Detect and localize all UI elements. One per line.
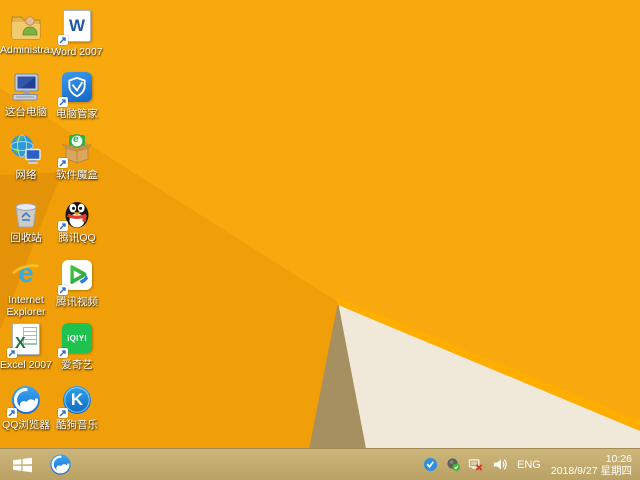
start-button[interactable] <box>9 452 35 478</box>
shortcut-arrow-icon <box>58 285 68 295</box>
shortcut-arrow-icon <box>58 158 68 168</box>
iqiyi-icon: iQIYI <box>60 323 94 357</box>
language-indicator[interactable]: ENG <box>514 459 544 471</box>
desktop-icon-recycle-bin[interactable]: 回收站 <box>0 196 52 244</box>
shortcut-arrow-icon <box>7 408 17 418</box>
recycle-bin-icon <box>9 196 43 230</box>
desktop-icon-label: 回收站 <box>0 232 52 244</box>
excel-icon: X <box>9 323 43 357</box>
user-folder-icon <box>9 8 43 42</box>
desktop-icon-label: Excel 2007 <box>0 359 52 371</box>
desktop-icon-label: 爱奇艺 <box>51 359 103 371</box>
taskbar-qq-browser-button[interactable] <box>47 452 73 478</box>
tray-volume-icon[interactable] <box>491 457 507 473</box>
tray-pc-manager-icon[interactable] <box>422 457 438 473</box>
desktop-icon-label: 这台电脑 <box>0 106 52 118</box>
shortcut-arrow-icon <box>58 408 68 418</box>
computer-icon <box>9 70 43 104</box>
clock-date: 2018/9/27 星期四 <box>551 465 632 477</box>
desktop-icon-internet-explorer[interactable]: e Internet Explorer <box>0 258 52 318</box>
desktop-wallpaper: Administra... 这台电脑 <box>0 0 640 480</box>
taskbar: ENG 10:26 2018/9/27 星期四 <box>0 448 640 480</box>
desktop-icon-label: 软件魔盒 <box>51 169 103 181</box>
shortcut-arrow-icon <box>58 35 68 45</box>
clock-time: 10:26 <box>551 453 632 465</box>
desktop-icon-qq[interactable]: 腾讯QQ <box>51 196 103 244</box>
shortcut-arrow-icon <box>58 348 68 358</box>
desktop-icon-tencent-video[interactable]: 腾讯视频 <box>51 258 103 308</box>
kugou-music-icon: K <box>60 383 94 417</box>
word-icon: W <box>60 10 94 44</box>
shortcut-arrow-icon <box>58 221 68 231</box>
desktop-icon-this-pc[interactable]: 这台电脑 <box>0 70 52 118</box>
desktop-icon-network[interactable]: 网络 <box>0 133 52 181</box>
desktop-icon-label: Internet Explorer <box>0 294 52 318</box>
softbox-letter: e <box>73 134 79 145</box>
desktop-icon-iqiyi[interactable]: iQIYI 爱奇艺 <box>51 321 103 371</box>
desktop-icon-pc-manager[interactable]: 电脑管家 <box>51 70 103 120</box>
qq-browser-icon <box>9 383 43 417</box>
desktop-icon-label: 酷狗音乐 <box>51 419 103 431</box>
desktop-icon-qq-browser[interactable]: QQ浏览器 <box>0 383 52 431</box>
desktop-icon-administrator[interactable]: Administra... <box>0 8 52 56</box>
pc-manager-icon <box>60 72 94 106</box>
internet-explorer-icon: e <box>9 258 43 292</box>
tencent-video-icon <box>60 260 94 294</box>
network-globe-icon <box>9 133 43 167</box>
shortcut-arrow-icon <box>58 97 68 107</box>
desktop-icon-label: QQ浏览器 <box>0 419 52 431</box>
desktop-icon-kugou[interactable]: K 酷狗音乐 <box>51 383 103 431</box>
tray-network-error-icon[interactable] <box>468 457 484 473</box>
desktop-icon-label: Administra... <box>0 44 52 56</box>
desktop-icon-software-box[interactable]: e 软件魔盒 <box>51 133 103 181</box>
desktop-icon-label: Word 2007 <box>51 46 103 58</box>
desktop-icon-label: 腾讯视频 <box>51 296 103 308</box>
shortcut-arrow-icon <box>7 348 17 358</box>
qq-penguin-icon <box>60 196 94 230</box>
word-letter: W <box>69 16 85 36</box>
desktop-icon-label: 腾讯QQ <box>51 232 103 244</box>
desktop-icon-label: 电脑管家 <box>51 108 103 120</box>
desktop-icon-excel[interactable]: X Excel 2007 <box>0 321 52 371</box>
desktop-icon-label: 网络 <box>0 169 52 181</box>
software-box-icon: e <box>60 133 94 167</box>
iqiyi-logo-text: iQIYI <box>67 334 87 343</box>
taskbar-clock[interactable]: 10:26 2018/9/27 星期四 <box>551 453 635 477</box>
tray-safety-check-icon[interactable] <box>445 457 461 473</box>
kugou-letter: K <box>71 390 83 409</box>
desktop-icon-word[interactable]: W Word 2007 <box>51 8 103 58</box>
